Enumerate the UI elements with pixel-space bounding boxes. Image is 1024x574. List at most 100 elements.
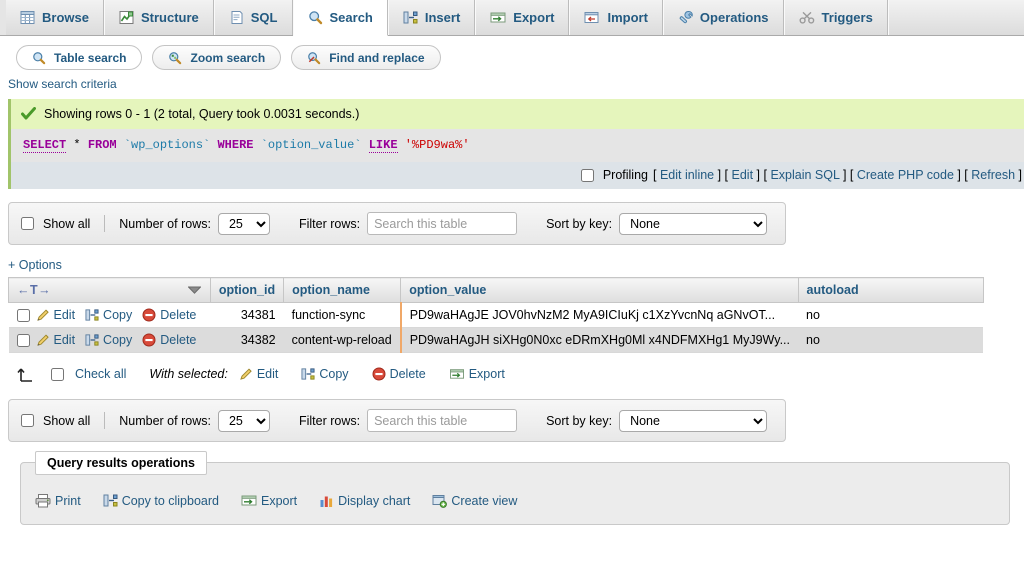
create-php-code-link[interactable]: Create PHP code [857,168,954,182]
bulk-delete-action[interactable]: Delete [372,367,432,381]
row-copy-action[interactable]: Copy [85,308,138,322]
subtab-find-and-replace[interactable]: Find and replace [291,45,441,70]
table-row: Edit Copy Delete 34382 content-wp-reload… [8,327,983,353]
row-actions-header[interactable]: ←T→ [8,277,211,303]
tab-operations[interactable]: Operations [662,0,784,35]
profiling-checkbox[interactable] [580,168,594,182]
cell-option-name: content-wp-reload [283,327,401,353]
subtab-table-search[interactable]: Table search [16,45,143,70]
tab-search[interactable]: Search [292,0,388,36]
row-copy-label: Copy [103,308,133,322]
tab-triggers[interactable]: Triggers [783,0,888,35]
copy-icon [85,333,99,347]
profiling-label: Profiling [602,168,648,182]
check-all-checkbox[interactable] [51,367,64,381]
pencil-icon [36,308,50,322]
tab-insert[interactable]: Insert [387,0,476,35]
filter-rows-group-top: Filter rows: [299,212,518,235]
cell-autoload: no [798,327,983,353]
row-edit-action[interactable]: Edit [36,333,82,347]
display-chart-action[interactable]: Display chart [319,494,416,508]
cell-option-value: PD9waHAgJH siXHg0N0xc eDRmXHg0Ml x4NDFMX… [399,327,798,353]
refresh-link[interactable]: Refresh [971,168,1015,182]
number-of-rows-group-bottom: Number of rows: 2550100250500 [119,409,270,432]
delete-icon [142,333,156,347]
print-action[interactable]: Print [35,493,87,508]
pagination-panel-bottom: Show all Number of rows: 2550100250500 F… [8,399,786,442]
column-header-autoload[interactable]: autoload [798,277,984,303]
nav-spacer-top [284,215,285,232]
export-action[interactable]: Export [241,493,303,508]
row-actions-cell: Edit Copy Delete [8,327,211,353]
tab-bar-filler [887,0,1024,35]
tab-label: Search [329,10,373,25]
row-edit-action[interactable]: Edit [36,308,82,322]
export-icon [490,10,506,25]
column-header-option-value[interactable]: option_value [400,277,799,303]
tab-browse[interactable]: Browse [6,0,104,35]
row-delete-action[interactable]: Delete [142,333,202,347]
row-delete-action[interactable]: Delete [142,308,202,322]
select-all-arrow-icon[interactable] [16,365,42,383]
sort-by-key-group-top: Sort by key: None [546,212,768,235]
row-select-checkbox[interactable] [16,308,30,322]
tab-import[interactable]: Import [569,0,663,35]
clipboard-icon [103,493,118,508]
filter-rows-input-bottom[interactable] [367,409,518,432]
row-delete-label: Delete [160,333,197,347]
show-all-label-bottom: Show all [43,413,91,428]
delete-icon [372,367,386,381]
bulk-edit-action[interactable]: Edit [239,367,285,381]
number-of-rows-select-top[interactable]: 2550100250500 [217,212,270,235]
tab-label: Import [607,10,648,25]
bulk-export-label: Export [468,367,505,381]
sql-keyword-where: WHERE [217,138,254,152]
show-search-criteria-link-wrap: Show search criteria [0,70,1024,99]
subtab-zoom-search[interactable]: Zoom search [152,45,282,70]
sort-by-key-group-bottom: Sort by key: None [546,409,768,432]
query-status-bar: Showing rows 0 - 1 (2 total, Query took … [8,99,1024,129]
create-view-icon [432,494,448,508]
column-header-option-id[interactable]: option_id [210,277,285,303]
profiling-link-group: [ Edit inline ] [ Edit ] [ Explain SQL ]… [652,168,1022,182]
options-toggle-link[interactable]: + Options [8,258,62,272]
show-all-label-top: Show all [43,216,91,231]
tab-sql[interactable]: SQL [213,0,293,35]
filter-rows-input-top[interactable] [367,212,518,235]
row-edit-label: Edit [53,308,76,322]
show-all-checkbox-top[interactable] [21,217,34,230]
tab-label: SQL [250,10,278,25]
tab-structure[interactable]: Structure [103,0,214,35]
pagination-panel-top: Show all Number of rows: 2550100250500 F… [8,202,786,245]
search-icon [308,10,323,25]
bulk-copy-action[interactable]: Copy [301,367,354,381]
sort-by-key-select-bottom[interactable]: None [619,409,768,432]
import-icon [584,10,600,25]
chevron-down-icon[interactable] [187,286,201,294]
sql-column-name: `option_value` [260,138,362,152]
row-copy-action[interactable]: Copy [85,333,138,347]
create-view-action[interactable]: Create view [432,494,523,508]
query-results-operations-legend: Query results operations [35,451,207,475]
show-all-checkbox-bottom[interactable] [21,414,34,427]
check-all-link[interactable]: Check all [75,367,126,381]
sort-by-key-label-bottom: Sort by key: [546,413,613,428]
row-select-checkbox[interactable] [16,333,30,347]
sort-by-key-select-top[interactable]: None [619,212,768,235]
number-of-rows-select-bottom[interactable]: 2550100250500 [217,409,270,432]
results-table: ←T→ option_id option_name option_value a… [8,277,984,353]
number-of-rows-label-top: Number of rows: [119,216,211,231]
edit-inline-link[interactable]: Edit inline [660,168,714,182]
query-status-text: Showing rows 0 - 1 (2 total, Query took … [44,107,360,121]
bulk-export-action[interactable]: Export [449,367,511,381]
copy-to-clipboard-action[interactable]: Copy to clipboard [103,493,225,508]
copy-icon [301,367,315,381]
sql-query-display[interactable]: SELECT * FROM `wp_options` WHERE `option… [8,129,1024,162]
show-search-criteria-link[interactable]: Show search criteria [8,77,117,91]
query-results-operations-panel: Query results operations Print Copy to c… [20,451,1010,525]
tab-export[interactable]: Export [475,0,570,35]
explain-sql-link[interactable]: Explain SQL [770,168,839,182]
create-view-label: Create view [451,493,518,508]
column-header-option-name[interactable]: option_name [283,277,402,303]
edit-link[interactable]: Edit [732,168,754,182]
